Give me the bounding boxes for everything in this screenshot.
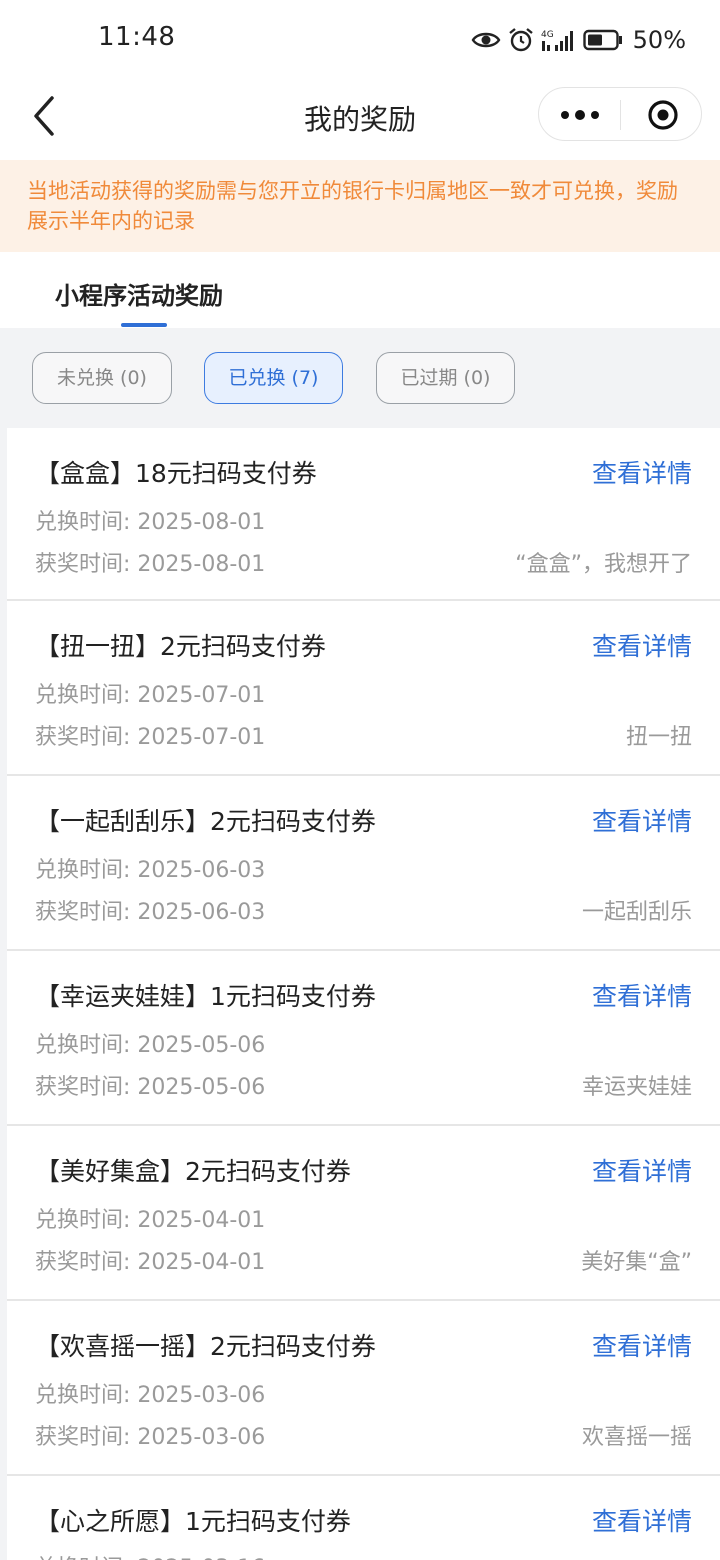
miniprogram-capsule: [538, 87, 702, 141]
reward-title: 【美好集盒】2元扫码支付券: [35, 1157, 351, 1186]
reward-item: 【欢喜摇一摇】2元扫码支付券 查看详情 兑换时间: 2025-03-06 获奖时…: [7, 1301, 720, 1476]
redeem-time: 兑换时间: 2025-03-06: [35, 1383, 266, 1408]
award-time: 获奖时间: 2025-06-03: [35, 900, 266, 925]
reward-source: “盒盒”，我想开了: [515, 552, 692, 577]
close-target-icon[interactable]: [647, 99, 679, 131]
reward-title: 【心之所愿】1元扫码支付券: [35, 1507, 351, 1536]
view-details-link[interactable]: 查看详情: [592, 977, 692, 1013]
status-icons: 4G 50%: [471, 26, 686, 54]
alarm-icon: [508, 28, 533, 52]
view-details-link[interactable]: 查看详情: [592, 1152, 692, 1188]
view-details-link[interactable]: 查看详情: [592, 1327, 692, 1363]
view-details-link[interactable]: 查看详情: [592, 1502, 692, 1538]
more-dots-icon[interactable]: [559, 106, 601, 124]
eye-icon: [471, 32, 501, 48]
svg-text:4G: 4G: [541, 30, 554, 40]
reward-source: 一起刮刮乐: [581, 900, 692, 925]
tab-miniprogram-rewards[interactable]: 小程序活动奖励: [55, 276, 223, 311]
reward-title: 【扭一扭】2元扫码支付券: [35, 632, 326, 661]
award-time: 获奖时间: 2025-07-01: [35, 725, 266, 750]
signal-icon: 4G: [541, 30, 573, 51]
capsule-divider: [620, 100, 621, 130]
reward-title: 【幸运夹娃娃】1元扫码支付券: [35, 982, 376, 1011]
tab-active-indicator: [121, 323, 167, 327]
redeem-time: 兑换时间: 2025-07-01: [35, 683, 266, 708]
reward-source: 扭一扭: [625, 725, 692, 750]
view-details-link[interactable]: 查看详情: [592, 802, 692, 838]
filter-expired[interactable]: 已过期 (0): [376, 352, 515, 404]
battery-percent: 50%: [632, 26, 686, 54]
reward-source: 美好集“盒”: [581, 1250, 692, 1275]
reward-item: 【扭一扭】2元扫码支付券 查看详情 兑换时间: 2025-07-01 获奖时间:…: [7, 601, 720, 776]
view-details-link[interactable]: 查看详情: [592, 627, 692, 663]
reward-item: 【美好集盒】2元扫码支付券 查看详情 兑换时间: 2025-04-01 获奖时间…: [7, 1126, 720, 1301]
nav-bar: 我的奖励: [0, 80, 720, 160]
status-bar: 11:48 4G 50%: [0, 0, 720, 80]
reward-item: 【盒盒】18元扫码支付券 查看详情 兑换时间: 2025-08-01 获奖时间:…: [7, 428, 720, 601]
redeem-time: 兑换时间: 2025-03-16: [35, 1550, 265, 1560]
filter-redeemed[interactable]: 已兑换 (7): [204, 352, 343, 404]
reward-source: 欢喜摇一摇: [581, 1425, 692, 1450]
reward-source: 幸运夹娃娃: [581, 1075, 692, 1100]
reward-item: 【心之所愿】1元扫码支付券 查看详情 兑换时间: 2025-03-16: [7, 1476, 720, 1560]
redeem-time: 兑换时间: 2025-04-01: [35, 1208, 266, 1233]
award-time: 获奖时间: 2025-04-01: [35, 1250, 266, 1275]
reward-list: 【盒盒】18元扫码支付券 查看详情 兑换时间: 2025-08-01 获奖时间:…: [7, 428, 720, 1560]
tab-header: 小程序活动奖励: [0, 252, 720, 328]
redeem-time: 兑换时间: 2025-08-01: [35, 510, 266, 535]
notice-banner: 当地活动获得的奖励需与您开立的银行卡归属地区一致才可兑换，奖励展示半年内的记录: [0, 160, 720, 252]
redeem-time: 兑换时间: 2025-06-03: [35, 858, 266, 883]
reward-title: 【盒盒】18元扫码支付券: [35, 459, 317, 488]
view-details-link[interactable]: 查看详情: [592, 454, 692, 490]
reward-item: 【幸运夹娃娃】1元扫码支付券 查看详情 兑换时间: 2025-05-06 获奖时…: [7, 951, 720, 1126]
status-time: 11:48: [98, 22, 176, 52]
reward-item: 【一起刮刮乐】2元扫码支付券 查看详情 兑换时间: 2025-06-03 获奖时…: [7, 776, 720, 951]
reward-title: 【欢喜摇一摇】2元扫码支付券: [35, 1332, 376, 1361]
award-time: 获奖时间: 2025-08-01: [35, 552, 266, 577]
reward-title: 【一起刮刮乐】2元扫码支付券: [35, 807, 376, 836]
filter-unredeemed[interactable]: 未兑换 (0): [32, 352, 172, 404]
battery-icon: [582, 29, 622, 51]
award-time: 获奖时间: 2025-03-06: [35, 1425, 266, 1450]
award-time: 获奖时间: 2025-05-06: [35, 1075, 266, 1100]
filter-row: 未兑换 (0) 已兑换 (7) 已过期 (0): [0, 352, 720, 406]
redeem-time: 兑换时间: 2025-05-06: [35, 1033, 266, 1058]
